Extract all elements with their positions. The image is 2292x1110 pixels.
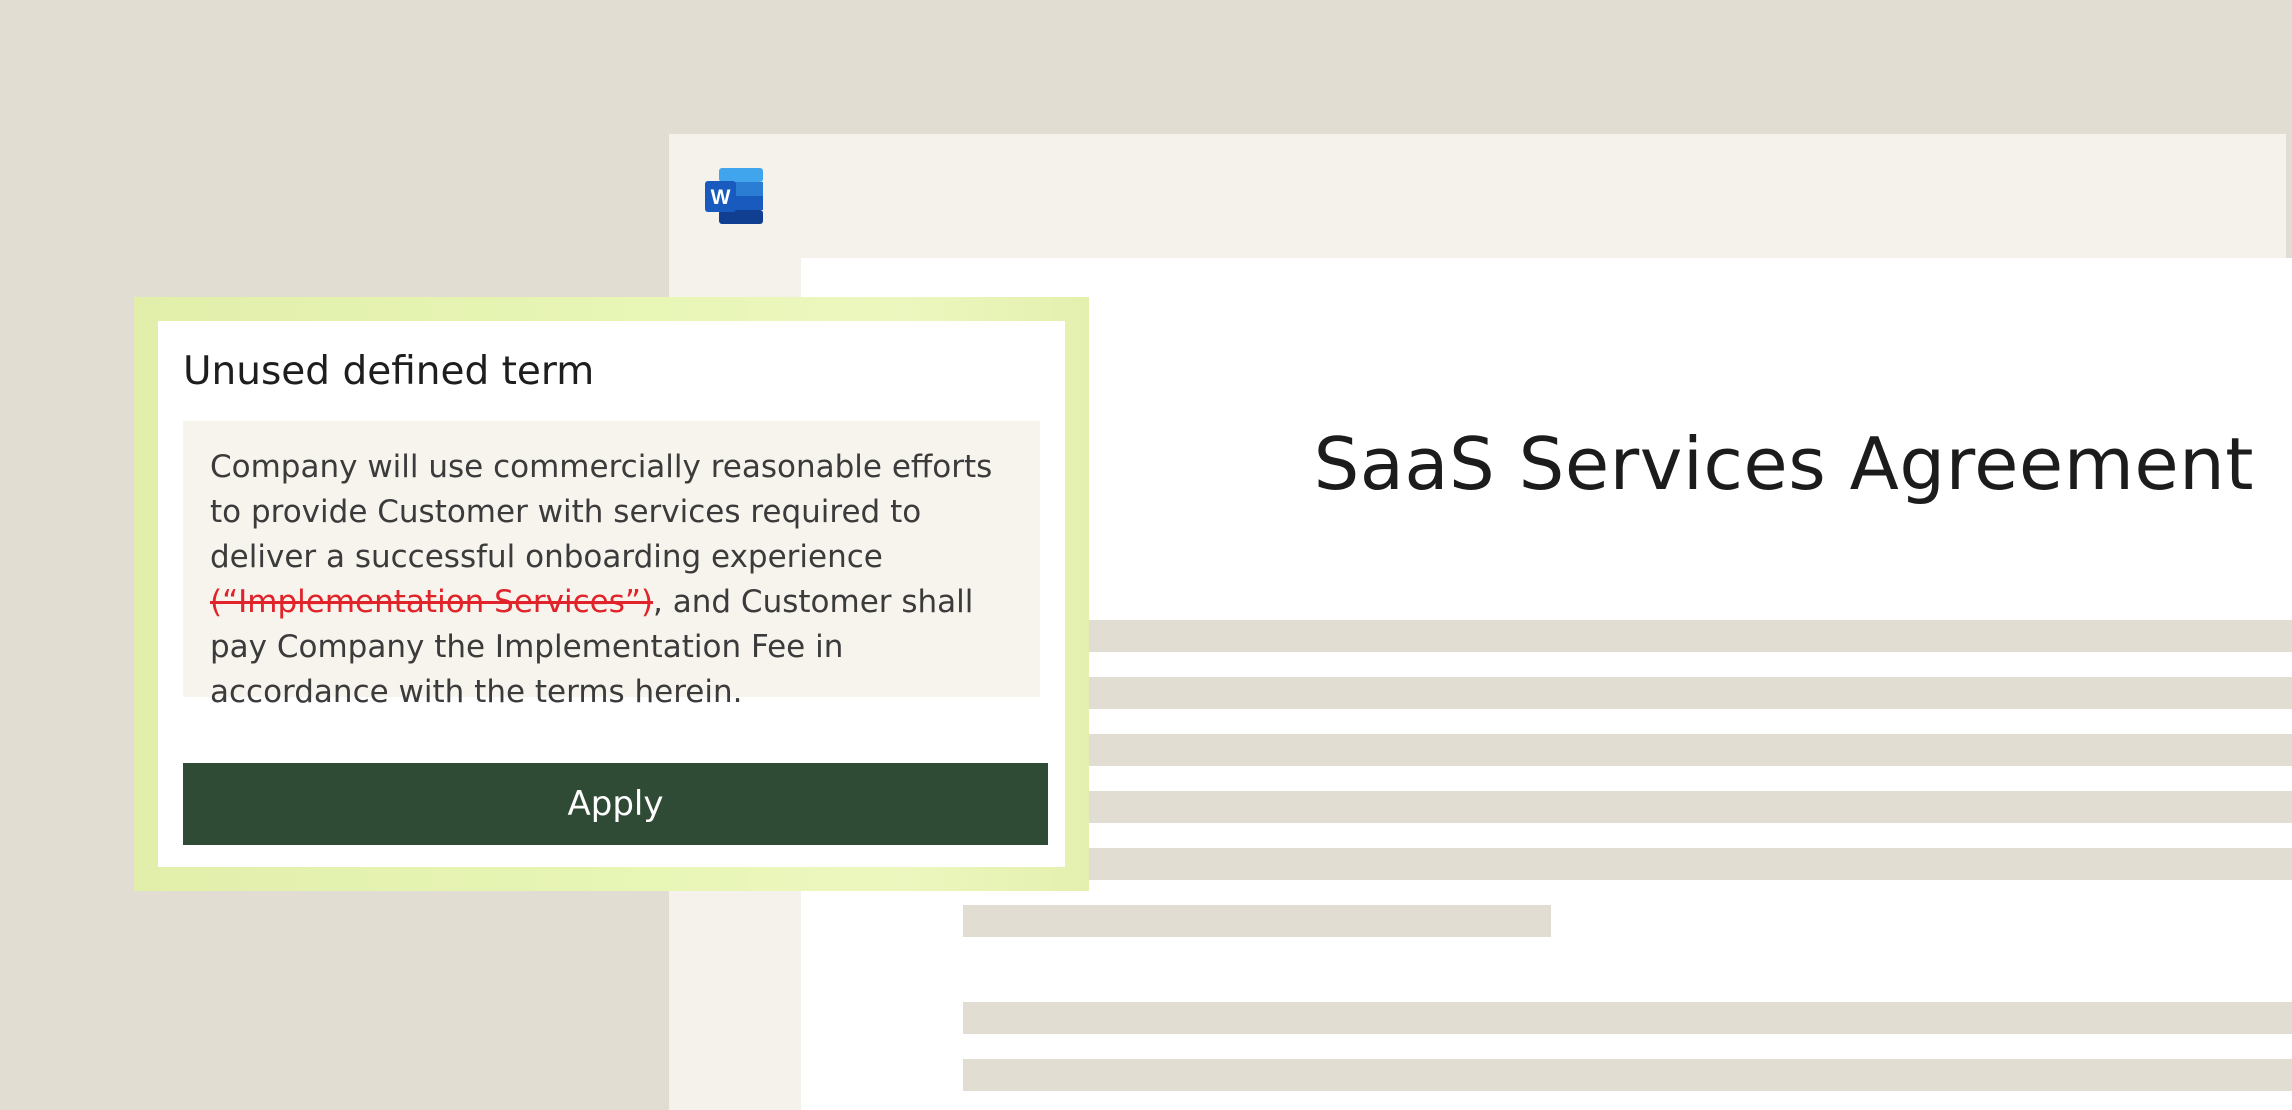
text-placeholder-line xyxy=(963,677,2292,709)
clause-text-before: Company will use commercially reasonable… xyxy=(210,449,993,575)
suggestion-title: Unused defined term xyxy=(183,349,595,394)
suggested-edit-text: Company will use commercially reasonable… xyxy=(183,421,1040,710)
microsoft-word-icon: W xyxy=(705,168,763,224)
text-placeholder-line xyxy=(963,791,2292,823)
suggestion-card: Unused defined term Company will use com… xyxy=(158,321,1065,867)
suggestion-card-highlight: Unused defined term Company will use com… xyxy=(134,297,1089,891)
document-title: SaaS Services Agreement xyxy=(1313,422,2254,506)
text-placeholder-line xyxy=(963,620,2292,652)
text-placeholder-line xyxy=(963,734,2292,766)
apply-button[interactable]: Apply xyxy=(183,763,1048,845)
text-placeholder-line xyxy=(963,848,2292,880)
text-placeholder-line xyxy=(963,905,1551,937)
text-placeholder-line xyxy=(963,1059,2292,1091)
word-icon-letter: W xyxy=(711,186,731,209)
text-placeholder-line xyxy=(963,1002,2292,1034)
deleted-defined-term: (“Implementation Services”) xyxy=(210,584,654,620)
